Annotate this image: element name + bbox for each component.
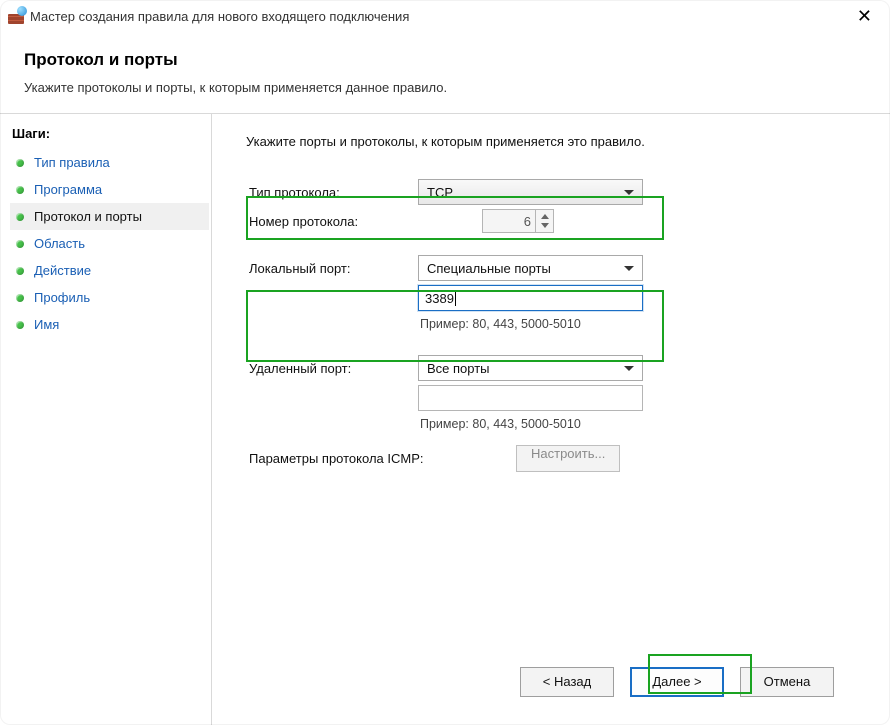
label-local-port: Локальный порт: [246,257,418,280]
page-subtitle: Укажите протоколы и порты, к которым при… [24,80,866,95]
steps-title: Шаги: [12,126,209,141]
text-caret-icon [455,290,456,306]
remote-port-mode-value: Все порты [427,361,490,376]
wizard-footer: < Назад Далее > Отмена [246,653,860,713]
remote-port-mode-select[interactable]: Все порты [418,355,643,381]
sidebar-item-label: Программа [34,182,102,197]
sidebar-item-name[interactable]: Имя [10,311,209,338]
spinner-buttons-icon[interactable] [535,210,553,232]
label-protocol-type: Тип протокола: [246,181,418,204]
protocol-type-value: TCP [427,185,453,200]
local-port-mode-value: Специальные порты [427,261,551,276]
configure-icmp-button: Настроить... [516,445,620,472]
close-icon[interactable]: ✕ [847,3,882,29]
window-title: Мастер создания правила для нового входя… [30,9,409,24]
sidebar-item-label: Действие [34,263,91,278]
bullet-icon [16,267,24,275]
label-protocol-number: Номер протокола: [246,210,418,233]
local-port-hint: Пример: 80, 443, 5000-5010 [418,315,648,333]
bullet-icon [16,294,24,302]
label-remote-port: Удаленный порт: [246,357,418,380]
local-port-input[interactable]: 3389 [418,285,643,311]
bullet-icon [16,159,24,167]
sidebar-item-protocol-ports[interactable]: Протокол и порты [10,203,209,230]
steps-sidebar: Шаги: Тип правила Программа Протокол и п… [0,114,212,725]
sidebar-item-program[interactable]: Программа [10,176,209,203]
page-title: Протокол и порты [24,50,866,70]
main-panel: Укажите порты и протоколы, к которым при… [212,114,890,725]
sidebar-item-label: Область [34,236,85,251]
protocol-number-value: 6 [524,214,531,229]
next-button[interactable]: Далее > [630,667,724,697]
wizard-header: Протокол и порты Укажите протоколы и пор… [0,32,890,114]
sidebar-item-profile[interactable]: Профиль [10,284,209,311]
sidebar-item-label: Протокол и порты [34,209,142,224]
label-icmp: Параметры протокола ICMP: [246,447,516,470]
sidebar-item-label: Имя [34,317,59,332]
remote-port-input[interactable] [418,385,643,411]
sidebar-item-label: Тип правила [34,155,110,170]
bullet-icon [16,321,24,329]
bullet-icon [16,186,24,194]
bullet-icon [16,240,24,248]
cancel-button[interactable]: Отмена [740,667,834,697]
instruction-text: Укажите порты и протоколы, к которым при… [246,134,860,149]
protocol-number-stepper[interactable]: 6 [482,209,554,233]
sidebar-item-rule-type[interactable]: Тип правила [10,149,209,176]
sidebar-item-scope[interactable]: Область [10,230,209,257]
back-button[interactable]: < Назад [520,667,614,697]
firewall-icon [8,8,24,24]
remote-port-hint: Пример: 80, 443, 5000-5010 [418,415,648,433]
sidebar-item-action[interactable]: Действие [10,257,209,284]
local-port-value: 3389 [425,291,454,306]
local-port-mode-select[interactable]: Специальные порты [418,255,643,281]
bullet-icon [16,213,24,221]
sidebar-item-label: Профиль [34,290,90,305]
protocol-type-select[interactable]: TCP [418,179,643,205]
titlebar: Мастер создания правила для нового входя… [0,0,890,32]
form: Тип протокола: TCP Номер протокола: 6 Ло… [246,179,860,433]
